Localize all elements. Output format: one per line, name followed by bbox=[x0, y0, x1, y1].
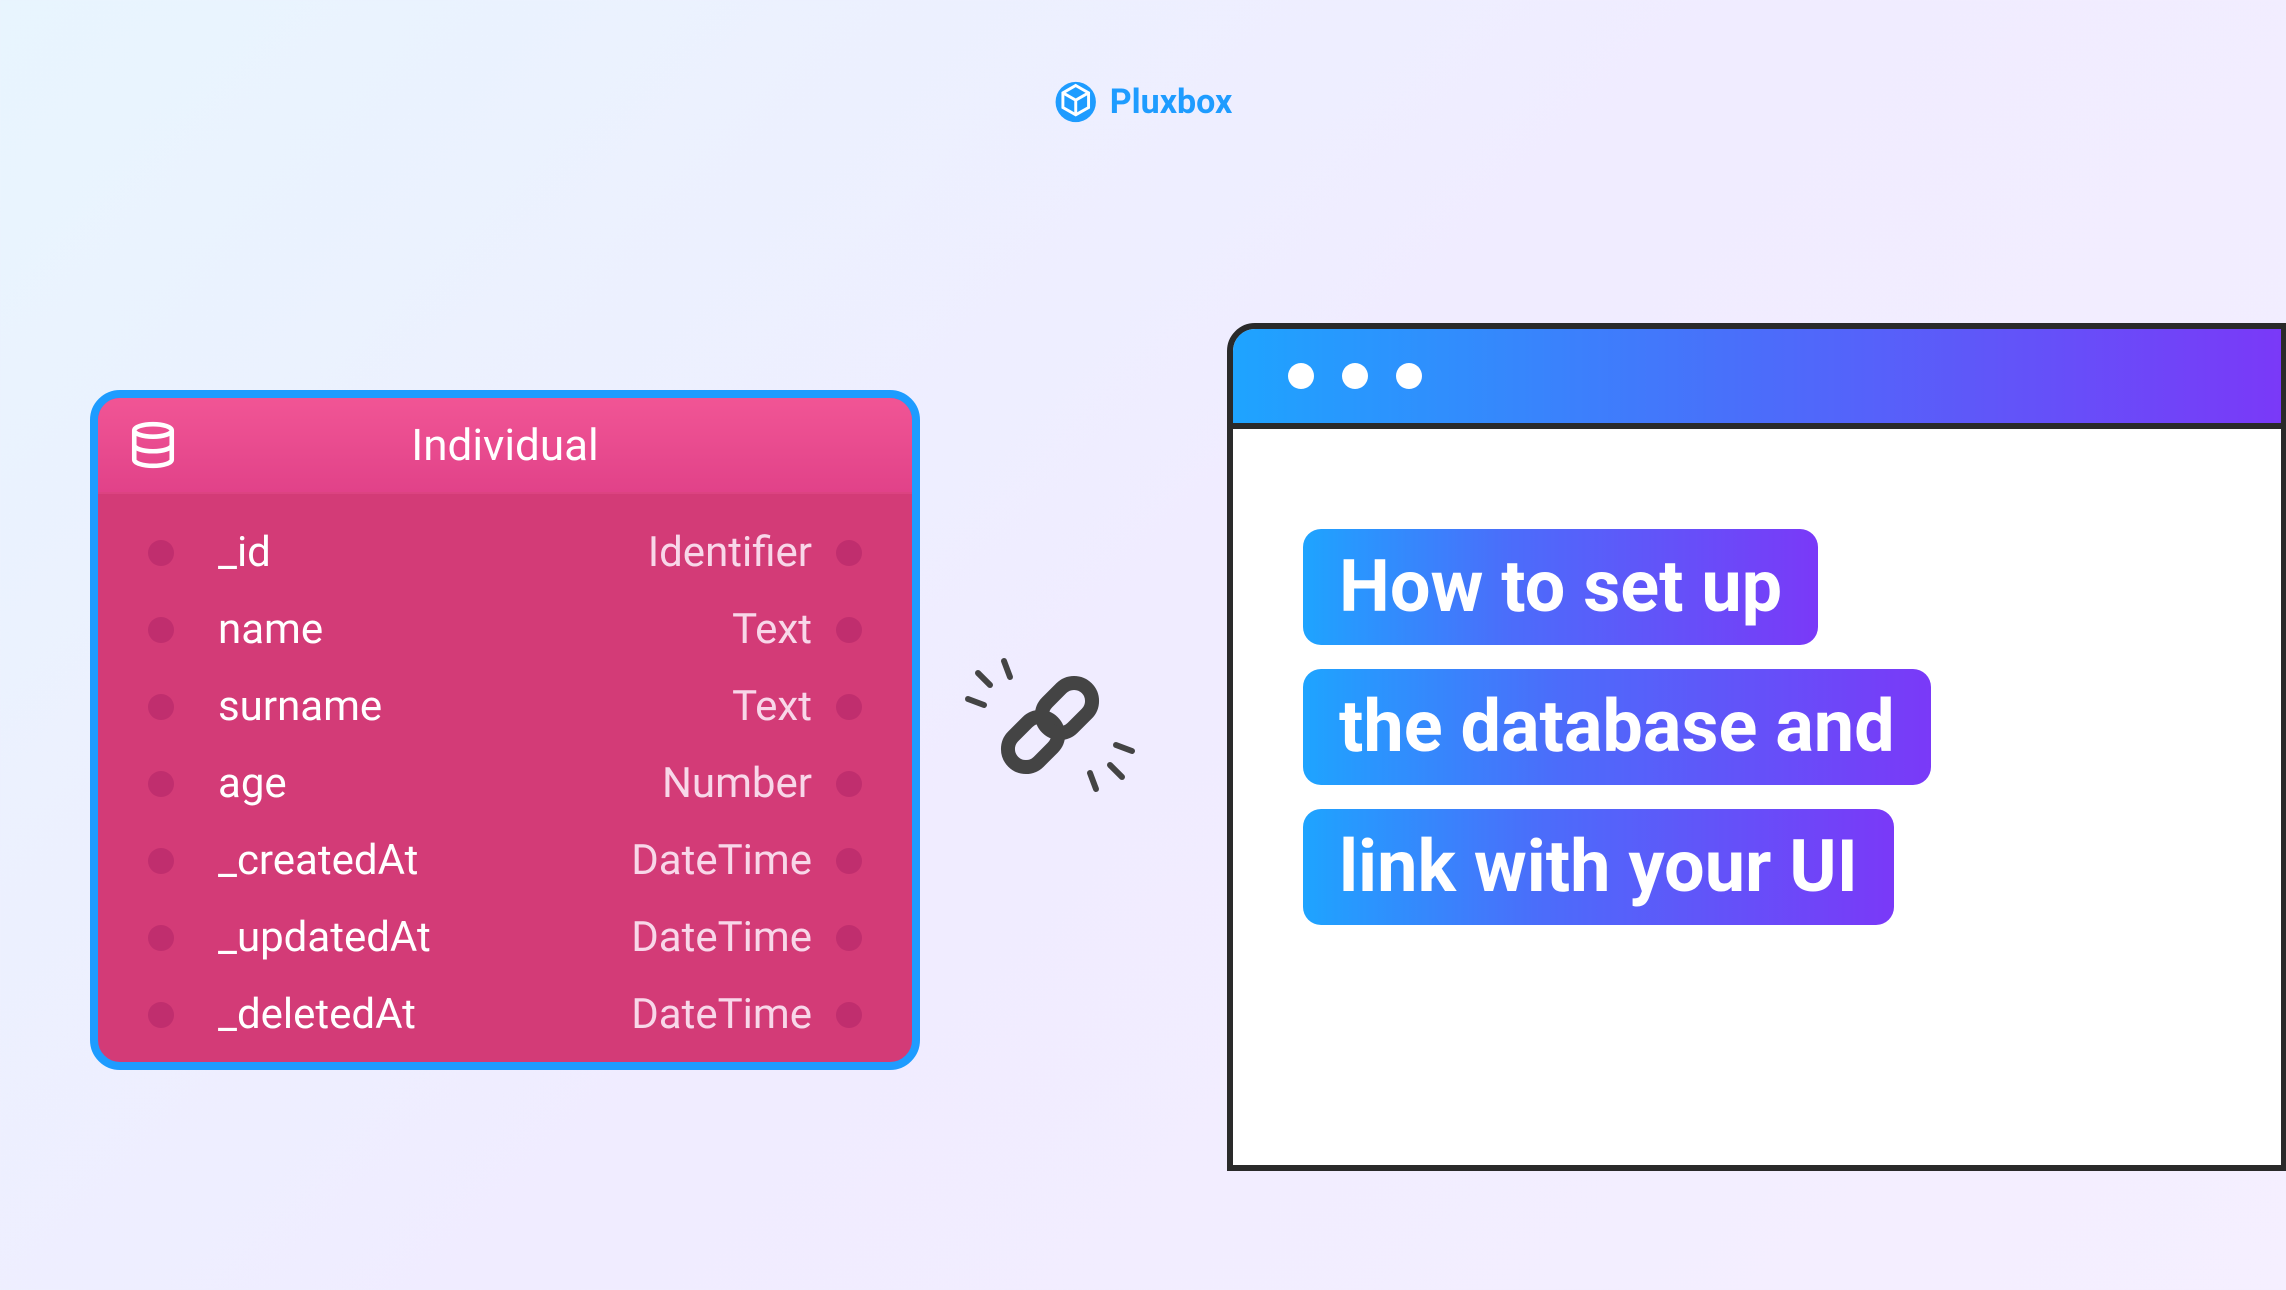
port-dot bbox=[148, 1002, 174, 1028]
port-dot bbox=[836, 617, 862, 643]
title-line-3: link with your UI bbox=[1303, 809, 1894, 925]
field-name: _id bbox=[218, 528, 271, 577]
port-dot bbox=[148, 617, 174, 643]
title-line-2: the database and bbox=[1303, 669, 1931, 785]
database-header: Individual bbox=[98, 398, 912, 494]
field-type: DateTime bbox=[631, 913, 812, 962]
database-fields: _id Identifier name Text surname Text ag… bbox=[98, 494, 912, 1070]
field-name: _deletedAt bbox=[218, 990, 416, 1039]
field-type: Identifier bbox=[648, 528, 812, 577]
port-dot bbox=[836, 694, 862, 720]
database-field-row: name Text bbox=[138, 591, 872, 668]
traffic-light-dot bbox=[1396, 363, 1422, 389]
field-name: _createdAt bbox=[218, 836, 418, 885]
field-type: Text bbox=[732, 682, 812, 731]
port-dot bbox=[836, 771, 862, 797]
port-dot bbox=[836, 925, 862, 951]
database-field-row: _id Identifier bbox=[138, 514, 872, 591]
port-dot bbox=[836, 848, 862, 874]
field-type: DateTime bbox=[631, 990, 812, 1039]
database-icon bbox=[128, 420, 178, 470]
brand-name: Pluxbox bbox=[1110, 82, 1233, 122]
port-dot bbox=[148, 540, 174, 566]
port-dot bbox=[148, 694, 174, 720]
port-dot bbox=[148, 771, 174, 797]
traffic-light-dot bbox=[1288, 363, 1314, 389]
title-line-1: How to set up bbox=[1303, 529, 1818, 645]
link-icon bbox=[960, 655, 1140, 795]
database-field-row: _createdAt DateTime bbox=[138, 822, 872, 899]
traffic-light-dot bbox=[1342, 363, 1368, 389]
field-name: surname bbox=[218, 682, 382, 731]
field-type: Text bbox=[732, 605, 812, 654]
database-field-row: surname Text bbox=[138, 668, 872, 745]
field-type: Number bbox=[662, 759, 812, 808]
database-title: Individual bbox=[98, 419, 912, 471]
field-name: age bbox=[218, 759, 287, 808]
port-dot bbox=[836, 540, 862, 566]
database-schema-card: Individual _id Identifier name Text surn… bbox=[90, 390, 920, 1070]
port-dot bbox=[148, 925, 174, 951]
browser-titlebar bbox=[1233, 329, 2281, 429]
brand-logo: Pluxbox bbox=[1054, 80, 1233, 124]
browser-content: How to set up the database and link with… bbox=[1233, 429, 2281, 1025]
database-field-row: _updatedAt DateTime bbox=[138, 899, 872, 976]
port-dot bbox=[148, 848, 174, 874]
database-field-row: age Number bbox=[138, 745, 872, 822]
database-field-row: _deletedAt DateTime bbox=[138, 976, 872, 1053]
field-name: name bbox=[218, 605, 323, 654]
field-name: _updatedAt bbox=[218, 913, 431, 962]
browser-window: How to set up the database and link with… bbox=[1227, 323, 2286, 1171]
cube-icon bbox=[1054, 80, 1098, 124]
field-type: DateTime bbox=[631, 836, 812, 885]
port-dot bbox=[836, 1002, 862, 1028]
